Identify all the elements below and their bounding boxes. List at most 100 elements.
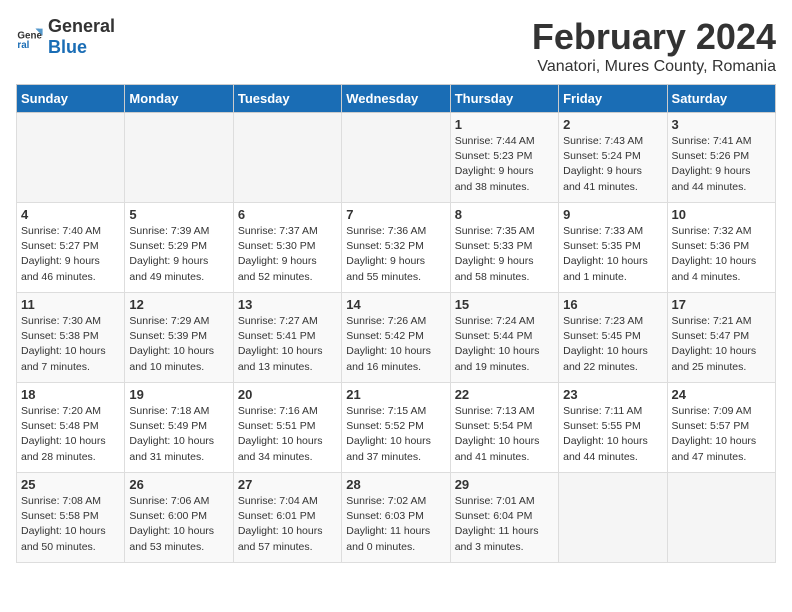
calendar-cell: 28Sunrise: 7:02 AMSunset: 6:03 PMDayligh… — [342, 473, 450, 563]
logo-wordmark: General Blue — [48, 16, 115, 58]
day-number: 26 — [129, 477, 228, 492]
day-info: Sunrise: 7:20 AMSunset: 5:48 PMDaylight:… — [21, 404, 120, 465]
calendar-cell: 2Sunrise: 7:43 AMSunset: 5:24 PMDaylight… — [559, 113, 667, 203]
day-info: Sunrise: 7:30 AMSunset: 5:38 PMDaylight:… — [21, 314, 120, 375]
day-number: 9 — [563, 207, 662, 222]
day-info: Sunrise: 7:39 AMSunset: 5:29 PMDaylight:… — [129, 224, 228, 285]
calendar-cell — [342, 113, 450, 203]
calendar-header-row: SundayMondayTuesdayWednesdayThursdayFrid… — [17, 85, 776, 113]
calendar-cell: 21 Sunrise: 7:15 AMSunset: 5:52 PMDayligh… — [342, 383, 450, 473]
calendar-cell: 17Sunrise: 7:21 AMSunset: 5:47 PMDayligh… — [667, 293, 775, 383]
day-info: Sunrise: 7:29 AMSunset: 5:39 PMDaylight:… — [129, 314, 228, 375]
logo-icon: Gene ral — [16, 23, 44, 51]
calendar-cell — [17, 113, 125, 203]
calendar-cell: 16 Sunrise: 7:23 AMSunset: 5:45 PMDayligh… — [559, 293, 667, 383]
day-number: 20 — [238, 387, 337, 402]
calendar-cell: 7Sunrise: 7:36 AMSunset: 5:32 PMDaylight… — [342, 203, 450, 293]
day-header-friday: Friday — [559, 85, 667, 113]
logo: Gene ral General Blue — [16, 16, 115, 58]
day-info: Sunrise: 7:24 AMSunset: 5:44 PMDaylight:… — [455, 314, 554, 375]
day-info: Sunrise: 7:23 AMSunset: 5:45 PMDaylight:… — [563, 314, 662, 375]
day-info: Sunrise: 7:13 AMSunset: 5:54 PMDaylight:… — [455, 404, 554, 465]
calendar-cell: 9 Sunrise: 7:33 AMSunset: 5:35 PMDaylight… — [559, 203, 667, 293]
calendar-cell: 20 Sunrise: 7:16 AMSunset: 5:51 PMDayligh… — [233, 383, 341, 473]
calendar-cell — [559, 473, 667, 563]
calendar-table: SundayMondayTuesdayWednesdayThursdayFrid… — [16, 84, 776, 563]
calendar-cell: 22 Sunrise: 7:13 AMSunset: 5:54 PMDayligh… — [450, 383, 558, 473]
main-title: February 2024 — [532, 16, 776, 58]
calendar-cell — [233, 113, 341, 203]
day-number: 16 — [563, 297, 662, 312]
day-info: Sunrise: 7:01 AMSunset: 6:04 PMDaylight:… — [455, 494, 554, 555]
day-info: Sunrise: 7:26 AMSunset: 5:42 PMDaylight:… — [346, 314, 445, 375]
calendar-cell: 1 Sunrise: 7:44 AMSunset: 5:23 PMDaylight… — [450, 113, 558, 203]
day-info: Sunrise: 7:27 AMSunset: 5:41 PMDaylight:… — [238, 314, 337, 375]
calendar-cell: 10Sunrise: 7:32 AMSunset: 5:36 PMDayligh… — [667, 203, 775, 293]
day-number: 14 — [346, 297, 445, 312]
day-info: Sunrise: 7:11 AMSunset: 5:55 PMDaylight:… — [563, 404, 662, 465]
day-info: Sunrise: 7:18 AMSunset: 5:49 PMDaylight:… — [129, 404, 228, 465]
day-header-thursday: Thursday — [450, 85, 558, 113]
day-info: Sunrise: 7:09 AMSunset: 5:57 PMDaylight:… — [672, 404, 771, 465]
day-info: Sunrise: 7:40 AMSunset: 5:27 PMDaylight:… — [21, 224, 120, 285]
day-number: 17 — [672, 297, 771, 312]
calendar-cell: 4 Sunrise: 7:40 AMSunset: 5:27 PMDaylight… — [17, 203, 125, 293]
calendar-cell: 25 Sunrise: 7:08 AMSunset: 5:58 PMDayligh… — [17, 473, 125, 563]
svg-text:ral: ral — [17, 40, 29, 51]
day-header-sunday: Sunday — [17, 85, 125, 113]
calendar-cell: 14 Sunrise: 7:26 AMSunset: 5:42 PMDayligh… — [342, 293, 450, 383]
calendar-week-row: 4 Sunrise: 7:40 AMSunset: 5:27 PMDaylight… — [17, 203, 776, 293]
day-number: 22 — [455, 387, 554, 402]
day-info: Sunrise: 7:35 AMSunset: 5:33 PMDaylight:… — [455, 224, 554, 285]
calendar-cell: 5 Sunrise: 7:39 AMSunset: 5:29 PMDaylight… — [125, 203, 233, 293]
calendar-cell: 12 Sunrise: 7:29 AMSunset: 5:39 PMDayligh… — [125, 293, 233, 383]
calendar-cell: 19Sunrise: 7:18 AMSunset: 5:49 PMDayligh… — [125, 383, 233, 473]
day-number: 12 — [129, 297, 228, 312]
calendar-cell: 29 Sunrise: 7:01 AMSunset: 6:04 PMDayligh… — [450, 473, 558, 563]
day-number: 1 — [455, 117, 554, 132]
day-number: 23 — [563, 387, 662, 402]
day-number: 5 — [129, 207, 228, 222]
calendar-cell: 3 Sunrise: 7:41 AMSunset: 5:26 PMDaylight… — [667, 113, 775, 203]
subtitle: Vanatori, Mures County, Romania — [532, 58, 776, 76]
day-number: 7 — [346, 207, 445, 222]
day-info: Sunrise: 7:15 AMSunset: 5:52 PMDaylight:… — [346, 404, 445, 465]
calendar-cell: 15Sunrise: 7:24 AMSunset: 5:44 PMDayligh… — [450, 293, 558, 383]
day-number: 4 — [21, 207, 120, 222]
day-info: Sunrise: 7:16 AMSunset: 5:51 PMDaylight:… — [238, 404, 337, 465]
day-info: Sunrise: 7:44 AMSunset: 5:23 PMDaylight:… — [455, 134, 554, 195]
day-number: 11 — [21, 297, 120, 312]
day-header-tuesday: Tuesday — [233, 85, 341, 113]
calendar-cell: 8Sunrise: 7:35 AMSunset: 5:33 PMDaylight… — [450, 203, 558, 293]
day-info: Sunrise: 7:04 AMSunset: 6:01 PMDaylight:… — [238, 494, 337, 555]
day-number: 21 — [346, 387, 445, 402]
day-info: Sunrise: 7:08 AMSunset: 5:58 PMDaylight:… — [21, 494, 120, 555]
day-info: Sunrise: 7:37 AMSunset: 5:30 PMDaylight:… — [238, 224, 337, 285]
day-info: Sunrise: 7:43 AMSunset: 5:24 PMDaylight:… — [563, 134, 662, 195]
day-number: 10 — [672, 207, 771, 222]
calendar-cell: 24Sunrise: 7:09 AMSunset: 5:57 PMDayligh… — [667, 383, 775, 473]
calendar-cell: 18 Sunrise: 7:20 AMSunset: 5:48 PMDayligh… — [17, 383, 125, 473]
day-number: 6 — [238, 207, 337, 222]
day-number: 29 — [455, 477, 554, 492]
calendar-cell: 13Sunrise: 7:27 AMSunset: 5:41 PMDayligh… — [233, 293, 341, 383]
calendar-week-row: 25 Sunrise: 7:08 AMSunset: 5:58 PMDayligh… — [17, 473, 776, 563]
day-header-monday: Monday — [125, 85, 233, 113]
day-info: Sunrise: 7:33 AMSunset: 5:35 PMDaylight:… — [563, 224, 662, 285]
logo-blue: Blue — [48, 37, 87, 57]
calendar-week-row: 1 Sunrise: 7:44 AMSunset: 5:23 PMDaylight… — [17, 113, 776, 203]
calendar-cell: 27Sunrise: 7:04 AMSunset: 6:01 PMDayligh… — [233, 473, 341, 563]
day-info: Sunrise: 7:02 AMSunset: 6:03 PMDaylight:… — [346, 494, 445, 555]
calendar-cell — [125, 113, 233, 203]
day-header-saturday: Saturday — [667, 85, 775, 113]
calendar-week-row: 11 Sunrise: 7:30 AMSunset: 5:38 PMDayligh… — [17, 293, 776, 383]
day-number: 25 — [21, 477, 120, 492]
day-info: Sunrise: 7:41 AMSunset: 5:26 PMDaylight:… — [672, 134, 771, 195]
day-header-wednesday: Wednesday — [342, 85, 450, 113]
day-number: 3 — [672, 117, 771, 132]
day-info: Sunrise: 7:06 AMSunset: 6:00 PMDaylight:… — [129, 494, 228, 555]
day-number: 18 — [21, 387, 120, 402]
calendar-cell: 26 Sunrise: 7:06 AMSunset: 6:00 PMDayligh… — [125, 473, 233, 563]
calendar-week-row: 18 Sunrise: 7:20 AMSunset: 5:48 PMDayligh… — [17, 383, 776, 473]
calendar-cell — [667, 473, 775, 563]
